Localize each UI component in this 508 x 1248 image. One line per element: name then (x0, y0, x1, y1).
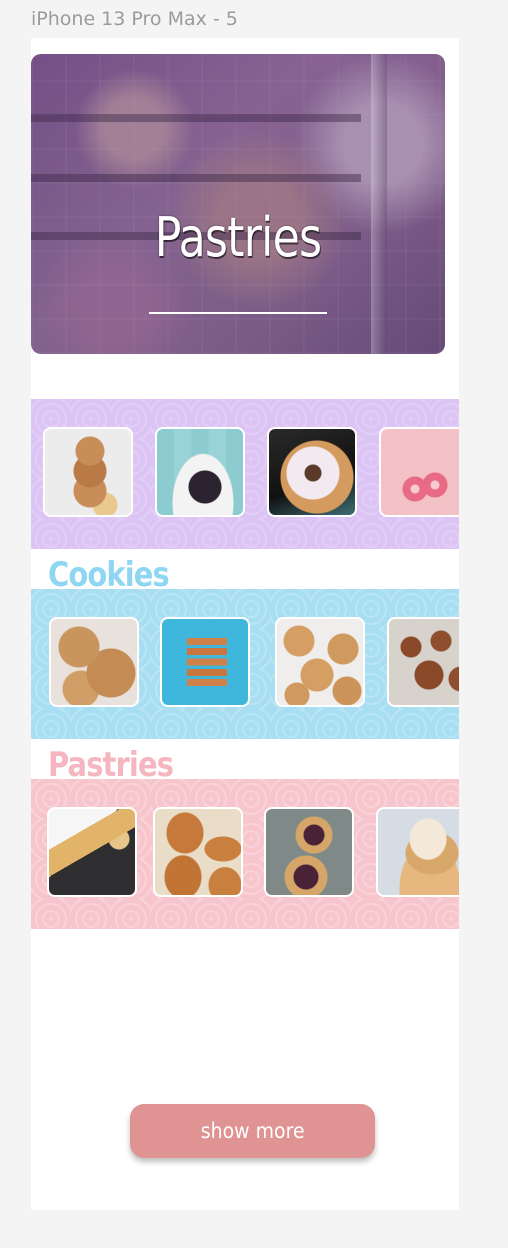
phone-screen: Pastries Cookies Pastries show more (31, 38, 459, 1210)
fruit-galette-photo[interactable] (264, 807, 354, 897)
donut-carousel[interactable] (31, 399, 459, 549)
hero-underline (149, 312, 327, 314)
gingerbread-cookies-photo[interactable] (387, 617, 459, 707)
chocolate-chip-cookies-photo[interactable] (275, 617, 365, 707)
meringue-tart-photo[interactable] (376, 807, 459, 897)
frame-label: iPhone 13 Pro Max - 5 (31, 8, 238, 30)
eclair-photo[interactable] (47, 807, 137, 897)
sprinkle-donut-photo[interactable] (267, 427, 357, 517)
hero-title: Pastries (154, 206, 322, 269)
pink-donuts-photo[interactable] (379, 427, 459, 517)
stacked-cookies-photo[interactable] (160, 617, 250, 707)
stacked-donuts-photo[interactable] (43, 427, 133, 517)
show-more-button[interactable]: show more (130, 1104, 375, 1158)
cookie-carousel[interactable] (31, 589, 459, 739)
chocolate-donut-photo[interactable] (155, 427, 245, 517)
hero-banner: Pastries (31, 54, 445, 354)
mm-cookies-photo[interactable] (49, 617, 139, 707)
hero-glass-edge (371, 54, 387, 354)
pastry-carousel[interactable] (31, 779, 459, 929)
hero-shelf (31, 114, 361, 122)
hero-shelf (31, 174, 361, 182)
croissants-photo[interactable] (153, 807, 243, 897)
show-more-label: show more (200, 1119, 305, 1143)
